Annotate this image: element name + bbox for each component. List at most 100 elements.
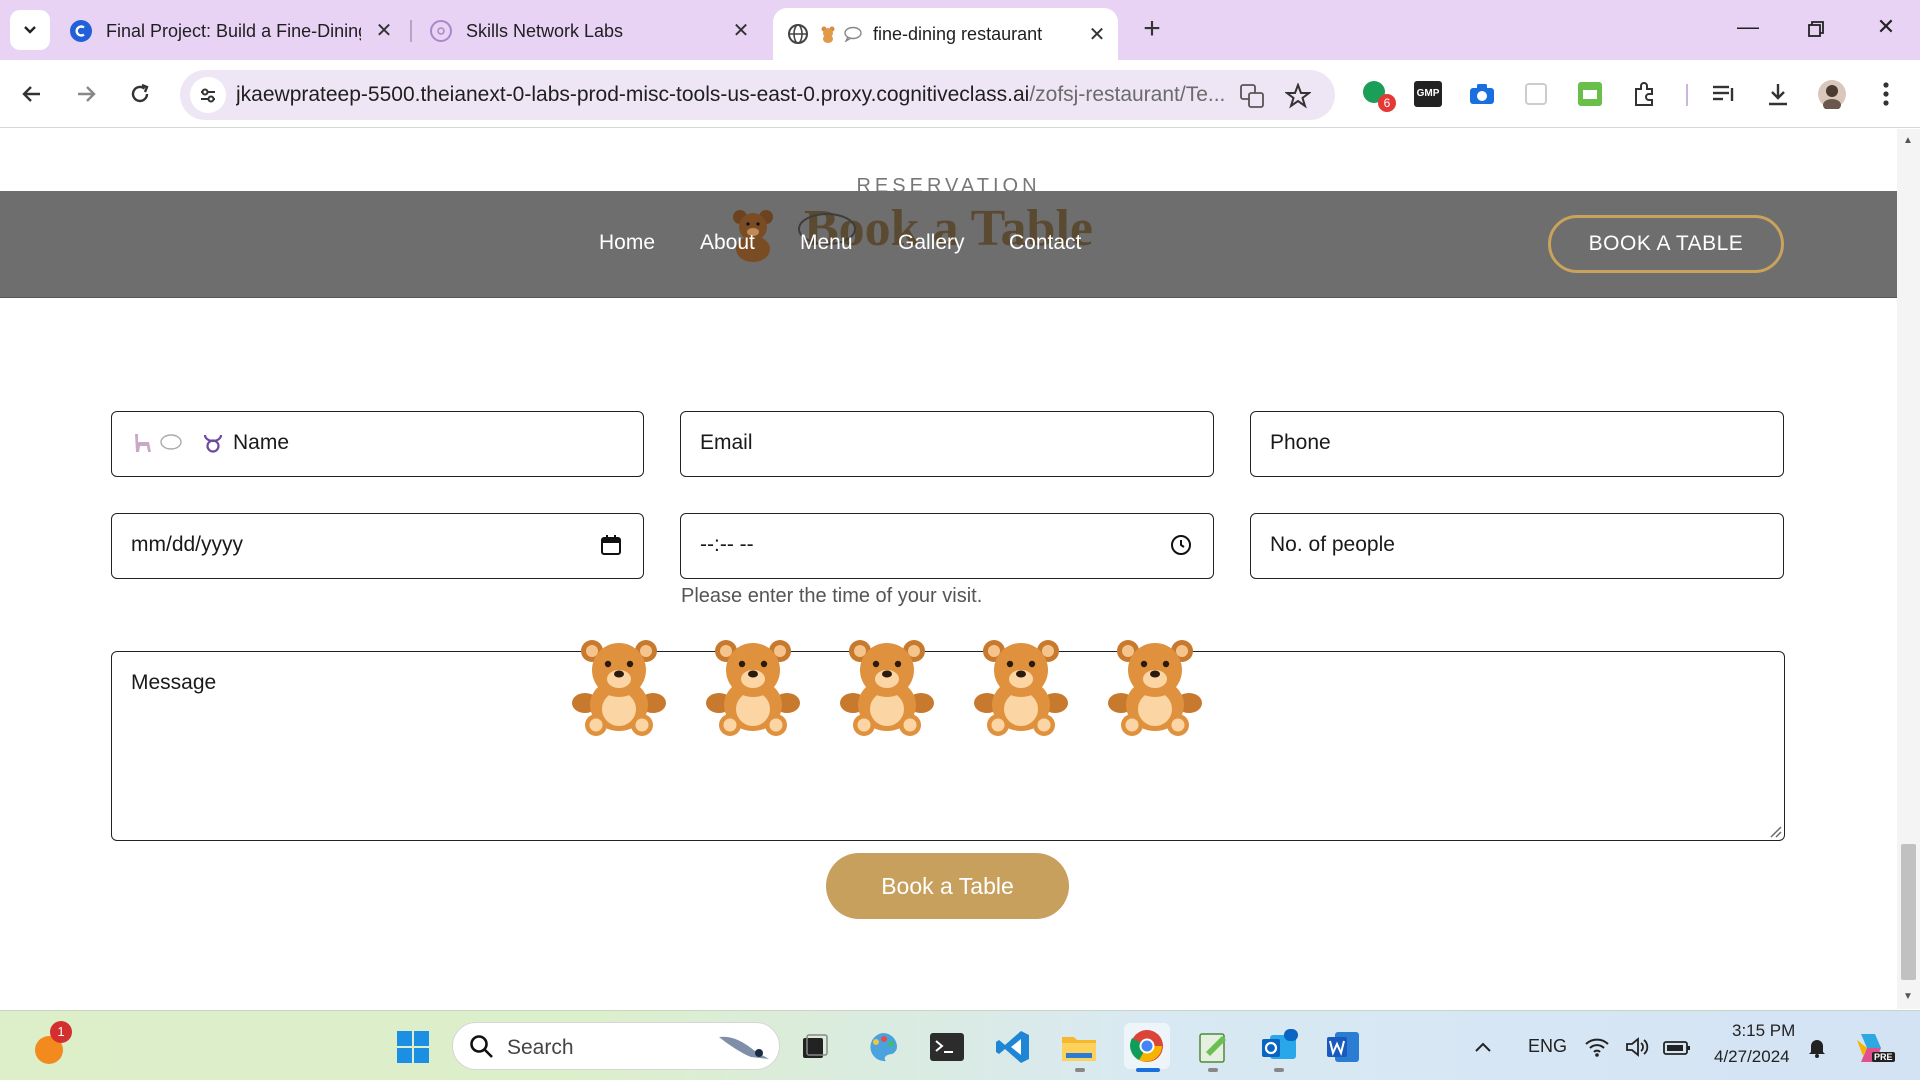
speech-bubble-icon (843, 26, 863, 43)
windows-start-icon[interactable] (392, 1026, 434, 1068)
language-indicator[interactable]: ENG (1528, 1036, 1567, 1057)
running-indicator (1274, 1068, 1284, 1072)
clock-date[interactable]: 4/27/2024 (1714, 1047, 1790, 1067)
puzzle-gray-icon[interactable] (1520, 78, 1552, 110)
teddy-bear-row (570, 637, 1210, 737)
browser-toolbar: jkaewprateep-5500.theianext-0-labs-prod-… (0, 60, 1920, 128)
url-host: jkaewprateep-5500.theianext-0-labs-prod-… (236, 83, 1030, 106)
battery-icon[interactable] (1660, 1026, 1694, 1068)
people-placeholder: No. of people (1270, 533, 1395, 556)
grammarly-extension-icon[interactable]: 6 (1360, 78, 1396, 112)
toolbar-divider (1686, 84, 1688, 106)
restore-icon[interactable] (1796, 14, 1836, 46)
nav-link-about[interactable]: About (700, 231, 755, 255)
name-field[interactable]: Name (111, 411, 644, 477)
scroll-down-arrow-icon[interactable]: ▼ (1901, 991, 1915, 1005)
back-arrow-icon[interactable] (14, 76, 50, 112)
calendar-icon[interactable] (599, 533, 623, 557)
chevron-up-icon[interactable] (1468, 1026, 1498, 1068)
close-tab-icon[interactable]: ✕ (730, 20, 752, 42)
terminal-app-icon[interactable] (926, 1026, 968, 1068)
tab-strip: Final Project: Build a Fine-Dining ✕ Ski… (0, 0, 1920, 60)
extension-badge: 6 (1378, 94, 1396, 112)
tab-title: fine-dining restaurant (873, 23, 1043, 44)
teddy-bear-icon (974, 640, 1068, 736)
kebab-menu-icon[interactable] (1870, 78, 1902, 110)
header-book-table-button[interactable]: BOOK A TABLE (1548, 215, 1784, 273)
wifi-icon[interactable] (1582, 1026, 1612, 1068)
tab-title: Skills Network Labs (466, 20, 624, 41)
skills-network-icon (430, 20, 452, 42)
address-bar[interactable]: jkaewprateep-5500.theianext-0-labs-prod-… (180, 70, 1335, 120)
taskbar-search-box[interactable]: Search (452, 1022, 780, 1070)
copilot-icon[interactable]: PRE (1850, 1026, 1895, 1068)
tab-fine-dining[interactable]: fine-dining restaurant ✕ (773, 8, 1118, 60)
email-placeholder: Email (700, 431, 753, 454)
minimize-icon[interactable]: — (1728, 14, 1768, 46)
close-tab-icon[interactable]: ✕ (373, 20, 395, 42)
teddy-bear-icon (572, 640, 666, 736)
nav-link-gallery[interactable]: Gallery (898, 231, 965, 255)
translate-icon[interactable] (1238, 82, 1266, 110)
extensions-puzzle-icon[interactable] (1628, 78, 1660, 110)
word-app-icon[interactable] (1322, 1026, 1364, 1068)
outlook-new-icon[interactable] (1258, 1026, 1300, 1068)
nav-link-home[interactable]: Home (599, 231, 655, 255)
tab-coursera[interactable]: Final Project: Build a Fine-Dining ✕ (70, 12, 395, 50)
search-label: Search (507, 1036, 574, 1059)
bookmark-star-icon[interactable] (1284, 82, 1312, 110)
speech-bubble-icon (160, 434, 182, 450)
teddy-bear-icon (1108, 640, 1202, 736)
llama-emoji-icon (135, 434, 151, 452)
forward-arrow-icon[interactable] (68, 76, 104, 112)
notepad-app-icon[interactable] (1192, 1026, 1234, 1068)
phone-field[interactable]: Phone (1250, 411, 1784, 477)
vscode-app-icon[interactable] (992, 1026, 1034, 1068)
notification-bell-icon[interactable] (1800, 1026, 1834, 1068)
nav-link-menu[interactable]: Menu (800, 231, 853, 255)
email-field[interactable]: Email (680, 411, 1214, 477)
weather-widget-icon[interactable]: 1 (28, 1021, 72, 1069)
close-window-icon[interactable]: ✕ (1866, 14, 1906, 46)
teddy-bear-icon (706, 640, 800, 736)
reload-icon[interactable] (122, 76, 158, 112)
taurus-symbol-icon (203, 434, 223, 453)
scrollbar-thumb[interactable] (1901, 844, 1916, 980)
close-tab-icon[interactable]: ✕ (1086, 24, 1108, 46)
paint-app-icon[interactable] (862, 1026, 904, 1068)
windows-taskbar: 1 Search ENG 3:15 PM 4/27/2024 PRE (0, 1010, 1920, 1080)
profile-avatar[interactable] (1816, 78, 1848, 110)
chrome-app-icon[interactable] (1124, 1023, 1170, 1069)
volume-icon[interactable] (1622, 1026, 1652, 1068)
chevron-down-icon (24, 26, 36, 34)
nav-link-contact[interactable]: Contact (1009, 231, 1081, 255)
file-explorer-icon[interactable] (1058, 1026, 1100, 1068)
tab-skills-network[interactable]: Skills Network Labs ✕ (430, 12, 752, 50)
gmp-extension-icon[interactable]: GMP (1412, 78, 1444, 110)
time-hint: Please enter the time of your visit. (681, 585, 983, 607)
new-tab-button[interactable]: + (1136, 14, 1168, 46)
phone-placeholder: Phone (1270, 431, 1331, 454)
date-field[interactable]: mm/dd/yyyy (111, 513, 644, 579)
globe-icon (787, 23, 809, 45)
page-scrollbar[interactable]: ▲ ▼ (1897, 129, 1920, 1009)
tab-search-button[interactable] (10, 10, 50, 50)
camera-extension-icon[interactable] (1466, 78, 1498, 110)
people-count-field[interactable]: No. of people (1250, 513, 1784, 579)
time-field[interactable]: --:-- -- (680, 513, 1214, 579)
scroll-up-arrow-icon[interactable]: ▲ (1901, 135, 1915, 149)
book-table-submit-button[interactable]: Book a Table (826, 853, 1069, 919)
clock-time[interactable]: 3:15 PM (1732, 1021, 1795, 1041)
media-controls-icon[interactable] (1708, 78, 1740, 110)
site-settings-icon[interactable] (190, 77, 226, 113)
task-view-icon[interactable] (794, 1026, 836, 1068)
bear-emoji-icon (819, 25, 837, 43)
copilot-badge: PRE (1872, 1052, 1895, 1062)
teddy-bear-icon (840, 640, 934, 736)
page-viewport: RESERVATION Book a Table Home About Menu… (0, 129, 1897, 1009)
clock-icon[interactable] (1169, 533, 1193, 557)
date-placeholder: mm/dd/yyyy (131, 533, 244, 556)
download-icon[interactable] (1762, 78, 1794, 110)
resize-handle-icon[interactable] (1768, 824, 1782, 838)
printer-extension-icon[interactable] (1574, 78, 1606, 110)
